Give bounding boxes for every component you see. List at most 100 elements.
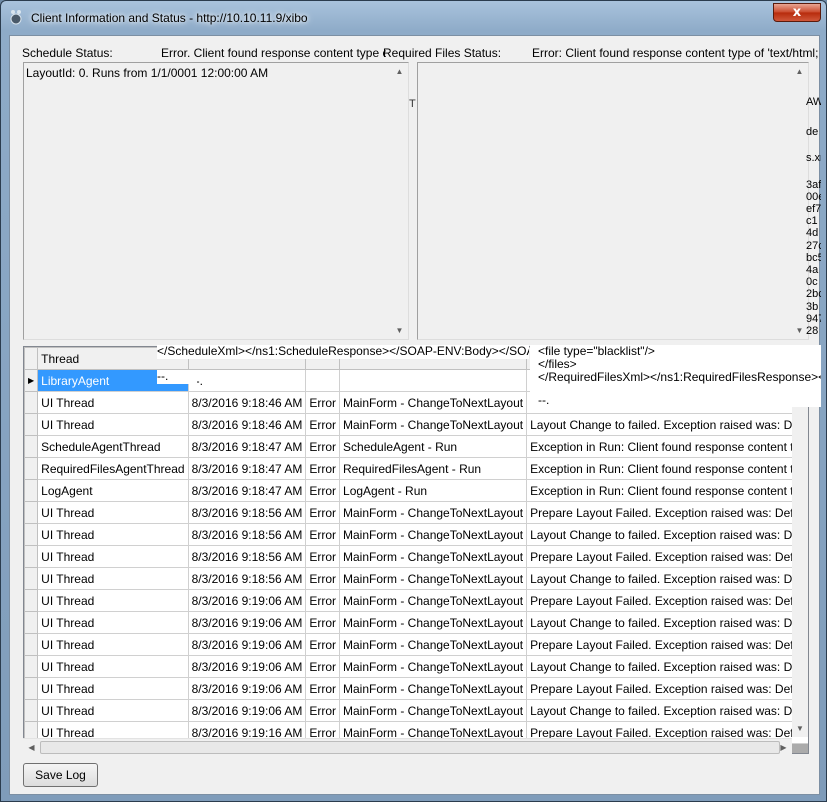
cell-thread[interactable]: UI Thread — [37, 391, 189, 414]
table-row[interactable]: UI Thread 8/3/2016 9:18:56 AM Error MainFor… — [24, 501, 808, 524]
cell-level[interactable]: Error — [305, 699, 341, 722]
save-log-button[interactable]: Save Log — [23, 763, 98, 787]
cell-level[interactable]: Error — [305, 457, 341, 480]
cell-date[interactable]: 8/3/2016 9:18:56 AM — [187, 567, 307, 590]
cell-method[interactable]: LogAgent - Run — [339, 479, 528, 502]
cell-method[interactable]: MainForm - ChangeToNextLayout — [339, 413, 528, 436]
cell-method[interactable]: ScheduleAgent - Run — [339, 435, 528, 458]
cell-date[interactable]: 8/3/2016 9:18:47 AM — [187, 435, 307, 458]
cell-level[interactable]: Error — [305, 589, 341, 612]
cell-date[interactable]: 8/3/2016 9:18:47 AM — [187, 479, 307, 502]
cell-date[interactable]: 8/3/2016 9:19:06 AM — [187, 699, 307, 722]
cell-thread[interactable]: UI Thread — [37, 523, 189, 546]
cell-message[interactable]: Layout Change to failed. Exception raise… — [526, 655, 808, 678]
table-row[interactable]: UI Thread 8/3/2016 9:18:56 AM Error MainFor… — [24, 545, 808, 568]
cell-method[interactable]: MainForm - ChangeToNextLayout — [339, 567, 528, 590]
cell-message[interactable]: Exception in Run: Client found response … — [526, 479, 808, 502]
cell-thread[interactable]: RequiredFilesAgentThread — [37, 457, 189, 480]
cell-method[interactable]: MainForm - ChangeToNextLayout — [339, 501, 528, 524]
cell-message[interactable]: Exception in Run: Client found response … — [526, 457, 808, 480]
cell-method[interactable]: MainForm - ChangeToNextLayout — [339, 699, 528, 722]
required-files-panel[interactable]: ▲ ▼ — [417, 62, 809, 340]
cell-message[interactable]: Exception in Run: Client found response … — [526, 435, 808, 458]
cell-thread[interactable]: UI Thread — [37, 589, 189, 612]
cell-date[interactable]: 8/3/2016 9:18:47 AM — [187, 457, 307, 480]
table-row[interactable]: UI Thread 8/3/2016 9:19:06 AM Error MainFor… — [24, 699, 808, 722]
schedule-panel[interactable]: LayoutId: 0. Runs from 1/1/0001 12:00:00… — [23, 62, 409, 340]
cell-level[interactable]: Error — [305, 611, 341, 634]
cell-message[interactable]: Prepare Layout Failed. Exception raised … — [526, 545, 808, 568]
scroll-left-icon[interactable]: ◀ — [23, 739, 40, 756]
cell-message[interactable]: Layout Change to failed. Exception raise… — [526, 611, 808, 634]
cell-message[interactable]: Layout Change to failed. Exception raise… — [526, 699, 808, 722]
cell-method[interactable] — [339, 369, 528, 392]
cell-thread[interactable]: UI Thread — [37, 567, 189, 590]
cell-thread[interactable]: UI Thread — [37, 501, 189, 524]
cell-date[interactable]: 8/3/2016 9:18:46 AM — [187, 391, 307, 414]
table-row[interactable]: RequiredFilesAgentThread 8/3/2016 9:18:47… — [24, 457, 808, 480]
cell-date[interactable]: 8/3/2016 9:18:56 AM — [187, 545, 307, 568]
cell-level[interactable]: Error — [305, 677, 341, 700]
cell-date[interactable]: 8/3/2016 9:18:56 AM — [187, 523, 307, 546]
cell-date[interactable]: 8/3/2016 9:19:06 AM — [187, 655, 307, 678]
scroll-down-icon[interactable]: ▼ — [391, 322, 408, 339]
cell-date[interactable]: --. — [187, 369, 307, 392]
log-vertical-scrollbar[interactable]: ▼ — [792, 399, 808, 737]
cell-thread[interactable]: UI Thread — [37, 545, 189, 568]
cell-date[interactable]: 8/3/2016 9:19:06 AM — [187, 677, 307, 700]
table-row[interactable]: UI Thread 8/3/2016 9:19:06 AM Error MainFor… — [24, 633, 808, 656]
cell-message[interactable]: Prepare Layout Failed. Exception raised … — [526, 633, 808, 656]
cell-thread[interactable]: UI Thread — [37, 699, 189, 722]
cell-date[interactable]: 8/3/2016 9:18:56 AM — [187, 501, 307, 524]
cell-method[interactable]: MainForm - ChangeToNextLayout — [339, 611, 528, 634]
cell-message[interactable]: Layout Change to failed. Exception raise… — [526, 523, 808, 546]
cell-message[interactable]: Prepare Layout Failed. Exception raised … — [526, 677, 808, 700]
cell-date[interactable]: 8/3/2016 9:19:06 AM — [187, 633, 307, 656]
cell-level[interactable]: Error — [305, 545, 341, 568]
cell-method[interactable]: MainForm - ChangeToNextLayout — [339, 677, 528, 700]
cell-thread[interactable]: UI Thread — [37, 633, 189, 656]
cell-level[interactable]: Error — [305, 633, 341, 656]
table-row[interactable]: UI Thread 8/3/2016 9:19:06 AM Error MainFor… — [24, 611, 808, 634]
table-row[interactable]: UI Thread 8/3/2016 9:19:06 AM Error MainFor… — [24, 677, 808, 700]
cell-thread[interactable]: LogAgent — [37, 479, 189, 502]
cell-level[interactable]: Error — [305, 501, 341, 524]
log-horizontal-thumb[interactable] — [40, 741, 780, 754]
cell-method[interactable]: MainForm - ChangeToNextLayout — [339, 589, 528, 612]
table-row[interactable]: UI Thread 8/3/2016 9:19:06 AM Error MainFor… — [24, 589, 808, 612]
table-row[interactable]: UI Thread 8/3/2016 9:18:46 AM Error MainFor… — [24, 413, 808, 436]
table-row[interactable]: ScheduleAgentThread 8/3/2016 9:18:47 AM Er… — [24, 435, 808, 458]
scroll-down-icon[interactable]: ▼ — [792, 720, 808, 737]
cell-thread[interactable]: UI Thread — [37, 655, 189, 678]
cell-method[interactable]: MainForm - ChangeToNextLayout — [339, 655, 528, 678]
table-row[interactable]: UI Thread 8/3/2016 9:18:56 AM Error MainFor… — [24, 567, 808, 590]
cell-message[interactable]: Prepare Layout Failed. Exception raised … — [526, 589, 808, 612]
cell-thread[interactable]: ScheduleAgentThread — [37, 435, 189, 458]
cell-thread[interactable]: UI Thread — [37, 413, 189, 436]
cell-method[interactable]: MainForm - ChangeToNextLayout — [339, 633, 528, 656]
cell-level[interactable]: Error — [305, 523, 341, 546]
cell-method[interactable]: MainForm - ChangeToNextLayout — [339, 523, 528, 546]
cell-level[interactable]: Error — [305, 413, 341, 436]
cell-level[interactable]: Error — [305, 391, 341, 414]
schedule-vertical-scrollbar[interactable]: ▲ ▼ — [391, 63, 408, 339]
title-bar[interactable]: Client Information and Status - http://1… — [1, 1, 826, 35]
table-row[interactable]: LogAgent 8/3/2016 9:18:47 AM Error LogAgent… — [24, 479, 808, 502]
log-grid[interactable]: Thread ▶ LibraryAgent --. UI Thread 8/3/… — [23, 346, 809, 754]
cell-date[interactable]: 8/3/2016 9:18:46 AM — [187, 413, 307, 436]
cell-method[interactable]: MainForm - ChangeToNextLayout — [339, 391, 528, 414]
scroll-up-icon[interactable]: ▲ — [791, 63, 808, 80]
log-horizontal-scrollbar[interactable]: ◀ ▶ — [23, 738, 792, 755]
cell-level[interactable]: Error — [305, 479, 341, 502]
cell-level[interactable]: Error — [305, 435, 341, 458]
table-row[interactable]: UI Thread 8/3/2016 9:18:56 AM Error MainFor… — [24, 523, 808, 546]
cell-level[interactable] — [305, 369, 341, 392]
scroll-up-icon[interactable]: ▲ — [391, 63, 408, 80]
table-row[interactable]: UI Thread 8/3/2016 9:19:06 AM Error MainFor… — [24, 655, 808, 678]
cell-message[interactable]: Layout Change to failed. Exception raise… — [526, 413, 808, 436]
cell-method[interactable]: MainForm - ChangeToNextLayout — [339, 545, 528, 568]
cell-level[interactable]: Error — [305, 567, 341, 590]
scroll-right-icon[interactable]: ▶ — [775, 739, 792, 756]
cell-date[interactable]: 8/3/2016 9:19:06 AM — [187, 589, 307, 612]
cell-level[interactable]: Error — [305, 655, 341, 678]
